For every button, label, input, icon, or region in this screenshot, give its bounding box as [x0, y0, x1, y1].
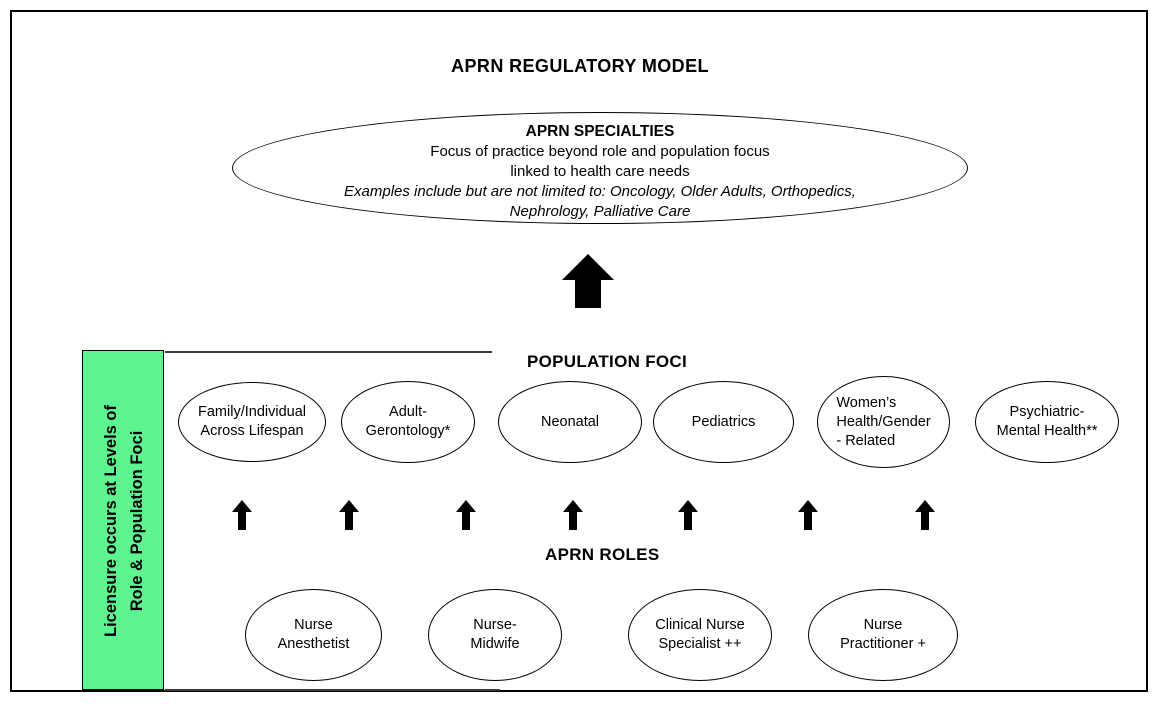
page-title: APRN REGULATORY MODEL — [451, 56, 709, 76]
population-node-womens-health-gender-related[interactable]: Women’s Health/Gender - Related — [817, 376, 950, 468]
up-arrow-icon-6 — [798, 500, 818, 530]
licensure-band-line-2: Role & Population Foci — [128, 430, 147, 612]
population-node-label: Psychiatric- Mental Health** — [996, 404, 1098, 439]
population-foci-heading: POPULATION FOCI — [527, 352, 688, 371]
population-node-pediatrics[interactable]: Pediatrics — [653, 381, 794, 463]
aprn-specialties-line-2: linked to health care needs — [510, 163, 690, 180]
role-node-nurse-practitioner[interactable]: Nurse Practitioner + — [808, 589, 958, 681]
up-arrow-icon-7 — [915, 500, 935, 530]
aprn-specialties-line-4: Nephrology, Palliative Care — [509, 203, 691, 220]
up-arrow-icon-2 — [339, 500, 359, 530]
population-node-psychiatric-mental-health[interactable]: Psychiatric- Mental Health** — [975, 381, 1119, 463]
licensure-band: Licensure occurs at Levels of Role & Pop… — [82, 350, 164, 690]
aprn-specialties-heading: APRN SPECIALTIES — [525, 123, 675, 140]
population-node-family-individual[interactable]: Family/Individual Across Lifespan — [178, 382, 326, 462]
aprn-specialties-line-3: Examples include but are not limited to:… — [344, 183, 856, 200]
population-node-label: Neonatal — [540, 413, 600, 430]
population-node-label: Pediatrics — [691, 413, 756, 430]
diagram-canvas: APRN REGULATORY MODEL APRN SPECIALTIES F… — [0, 0, 1160, 704]
role-node-nurse-midwife[interactable]: Nurse- Midwife — [428, 589, 562, 681]
licensure-band-line-1: Licensure occurs at Levels of — [102, 404, 121, 638]
aprn-roles-heading: APRN ROLES — [545, 545, 660, 564]
role-node-label: Clinical Nurse Specialist ++ — [655, 617, 745, 652]
aprn-specialties-line-1: Focus of practice beyond role and popula… — [430, 143, 770, 160]
role-node-clinical-nurse-specialist[interactable]: Clinical Nurse Specialist ++ — [628, 589, 772, 681]
upper-divider-line — [165, 351, 492, 353]
up-arrow-large-icon — [562, 254, 614, 308]
population-node-neonatal[interactable]: Neonatal — [498, 381, 642, 463]
population-node-adult-gerontology[interactable]: Adult- Gerontology* — [341, 381, 475, 463]
up-arrow-icon-4 — [563, 500, 583, 530]
role-node-label: Nurse- Midwife — [470, 617, 520, 652]
aprn-specialties-text: APRN SPECIALTIES Focus of practice beyon… — [232, 122, 968, 222]
up-arrow-icon-5 — [678, 500, 698, 530]
licensure-band-inner: Licensure occurs at Levels of Role & Pop… — [83, 351, 165, 691]
role-node-nurse-anesthetist[interactable]: Nurse Anesthetist — [245, 589, 382, 681]
role-node-label: Nurse Anesthetist — [277, 617, 350, 652]
up-arrow-icon-3 — [456, 500, 476, 530]
population-node-label: Women’s Health/Gender - Related — [836, 394, 931, 449]
role-node-label: Nurse Practitioner + — [840, 617, 926, 652]
population-node-label: Family/Individual Across Lifespan — [198, 404, 306, 439]
up-arrow-icon-1 — [232, 500, 252, 530]
lower-divider-line — [165, 689, 500, 691]
licensure-band-text: Licensure occurs at Levels of Role & Pop… — [98, 405, 150, 637]
population-node-label: Adult- Gerontology* — [365, 404, 451, 439]
